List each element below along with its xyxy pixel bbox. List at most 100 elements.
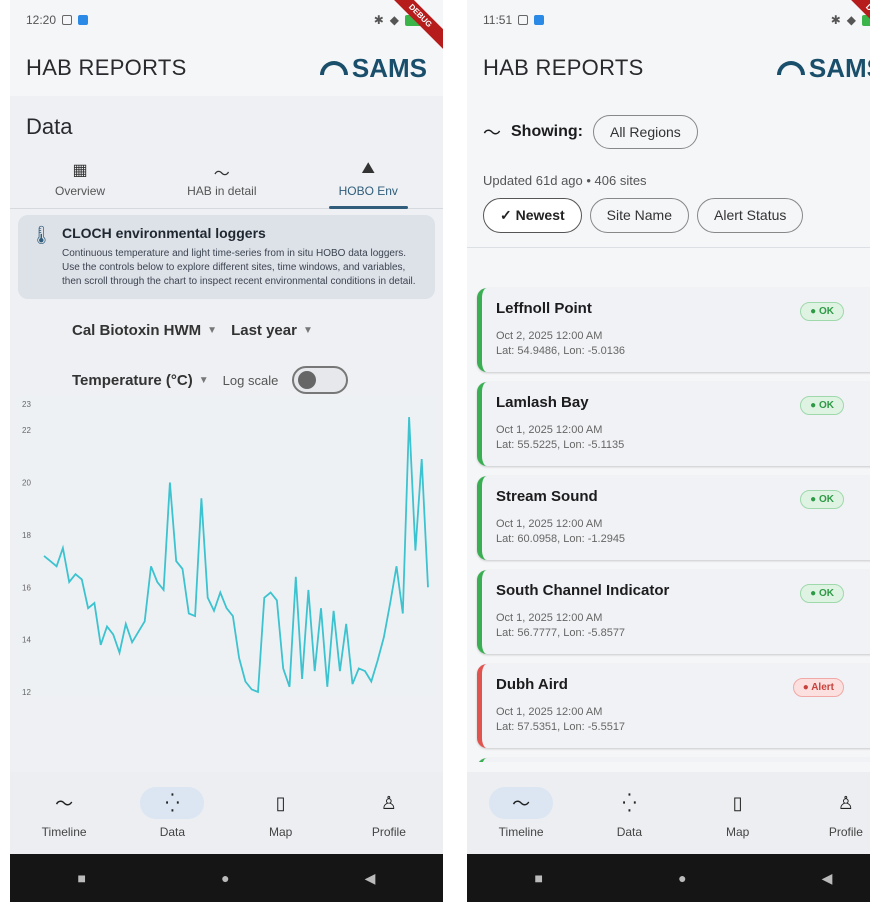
site-coords: Lat: 54.9486, Lon: -5.0136 — [496, 345, 626, 357]
bluetooth-icon: ✱ — [373, 13, 384, 27]
page-title: Data — [26, 114, 73, 139]
grid-add-icon: ▦ — [72, 162, 88, 179]
scatter-dots-icon: ⁛ — [622, 792, 637, 813]
sort-newest-chip[interactable]: ✓ Newest — [483, 198, 582, 233]
site-card[interactable] — [477, 758, 870, 762]
bottom-navigation: 〜 Timeline ⁛ Data ▯ Map ♙ Profile — [467, 772, 870, 854]
site-card[interactable]: Lamlash Bay Oct 1, 2025 12:00 AM Lat: 55… — [477, 382, 870, 466]
filter-row: 〜 Showing: All Regions ⌕ — [467, 96, 870, 168]
person-icon: ♙ — [837, 792, 854, 813]
info-card-title: CLOCH environmental loggers — [62, 225, 266, 241]
updated-status: Updated 61d ago • 406 sites — [483, 173, 647, 188]
site-card[interactable]: South Channel Indicator Oct 1, 2025 12:0… — [477, 570, 870, 654]
site-date: Oct 1, 2025 12:00 AM — [496, 612, 603, 624]
data-tabs: ▦ Overview 〜 HAB in detail ⛰ HOBO Env — [10, 150, 443, 209]
y-tick-label: 12 — [22, 688, 31, 696]
y-tick-label: 23 — [22, 400, 31, 409]
site-coords: Lat: 56.7777, Lon: -5.8577 — [496, 627, 626, 639]
variable-dropdown[interactable]: Temperature (°C) ▼ — [72, 372, 209, 389]
site-date: Oct 2, 2025 12:00 AM — [496, 330, 603, 342]
region-chip[interactable]: All Regions — [592, 115, 698, 149]
bottom-navigation: 〜 Timeline ⁛ Data ▯ Map ♙ Profile — [10, 772, 443, 854]
status-bar: 11:51 ✱ ◆ DEBUG — [467, 0, 870, 53]
status-badge: ● OK — [800, 302, 844, 321]
status-time: 12:20 — [26, 13, 57, 27]
scatter-dots-icon: ⁛ — [140, 787, 205, 819]
tab-hab-in-detail[interactable]: 〜 HAB in detail — [177, 154, 266, 208]
system-nav-bar: ■ ● ◀ — [10, 854, 443, 902]
site-date: Oct 1, 2025 12:00 AM — [496, 424, 603, 436]
site-card[interactable]: Leffnoll Point Oct 2, 2025 12:00 AM Lat:… — [477, 288, 870, 372]
site-coords: Lat: 60.0958, Lon: -1.2945 — [496, 533, 626, 545]
app-notification-icon — [78, 15, 89, 25]
sams-logo: SAMS — [319, 53, 427, 84]
sort-site-name-chip[interactable]: Site Name — [589, 198, 689, 233]
nav-data[interactable]: ⁛ Data — [589, 787, 669, 840]
y-tick-label: 22 — [22, 426, 31, 435]
person-icon: ♙ — [380, 792, 397, 813]
system-nav-bar: ■ ● ◀ — [467, 854, 870, 902]
app-bar: HAB REPORTS SAMS — [10, 40, 443, 96]
app-bar: HAB REPORTS SAMS — [467, 40, 870, 96]
home-icon[interactable]: ● — [221, 870, 229, 886]
y-tick-label: 16 — [22, 583, 31, 592]
nav-map[interactable]: ▯ Map — [698, 787, 778, 840]
status-badge: ● Alert — [792, 678, 844, 697]
logo-mark-icon — [776, 61, 805, 75]
nav-timeline[interactable]: 〜 Timeline — [24, 787, 104, 839]
status-time: 11:51 — [483, 13, 513, 27]
info-card-text: Continuous temperature and light time-se… — [62, 248, 416, 287]
site-date: Oct 1, 2025 12:00 AM — [496, 706, 603, 718]
app-title: HAB REPORTS — [483, 55, 644, 80]
nav-map[interactable]: ▯ Map — [241, 787, 321, 840]
recents-icon[interactable]: ■ — [535, 870, 543, 886]
trend-line-icon: 〜 — [55, 794, 74, 814]
left-phone-screen: 12:20 ✱ ◆ DEBUG HAB REPORTS SAMS Data ▦ O… — [10, 0, 443, 902]
status-badge: ● OK — [800, 490, 844, 509]
site-coords: Lat: 55.5225, Lon: -5.1135 — [496, 439, 625, 451]
sams-logo: SAMS — [776, 53, 870, 84]
tab-overview[interactable]: ▦ Overview — [45, 154, 115, 208]
nav-timeline[interactable]: 〜 Timeline — [481, 787, 561, 839]
status-bar: 12:20 ✱ ◆ DEBUG — [10, 0, 443, 53]
chevron-down-icon: ▼ — [198, 374, 209, 386]
recents-icon[interactable]: ■ — [78, 870, 86, 886]
temperature-chart[interactable]: 23 22 20 18 16 14 12 — [18, 396, 435, 696]
bluetooth-icon: ✱ — [830, 13, 841, 27]
app-notification-icon — [534, 15, 545, 25]
wifi-icon: ◆ — [389, 13, 399, 27]
map-icon: ▯ — [732, 792, 743, 813]
site-list: Leffnoll Point Oct 2, 2025 12:00 AM Lat:… — [467, 278, 870, 762]
tab-hobo-env[interactable]: ⛰ HOBO Env — [328, 154, 409, 209]
nav-profile[interactable]: ♙ Profile — [806, 787, 870, 840]
site-dropdown[interactable]: Cal Biotoxin HWM ▼ — [72, 322, 217, 339]
site-date: Oct 1, 2025 12:00 AM — [496, 518, 603, 530]
home-icon[interactable]: ● — [678, 870, 686, 886]
back-icon[interactable]: ◀ — [365, 870, 376, 887]
log-scale-toggle[interactable] — [292, 366, 349, 394]
back-icon[interactable]: ◀ — [822, 870, 833, 887]
y-tick-label: 14 — [22, 636, 31, 645]
toggle-knob — [298, 371, 317, 389]
status-badge: ● OK — [800, 584, 844, 603]
site-card[interactable]: Stream Sound Oct 1, 2025 12:00 AM Lat: 6… — [477, 476, 870, 560]
time-window-dropdown[interactable]: Last year ▼ — [231, 322, 313, 339]
status-badge: ● OK — [800, 396, 844, 415]
nav-data[interactable]: ⁛ Data — [132, 787, 212, 839]
site-window-row: Cal Biotoxin HWM ▼ Last year ▼ — [10, 305, 443, 355]
trend-line-icon: 〜 — [483, 123, 501, 143]
nav-profile[interactable]: ♙ Profile — [349, 787, 429, 840]
site-card[interactable]: Dubh Aird Oct 1, 2025 12:00 AM Lat: 57.5… — [477, 664, 870, 748]
sort-alert-status-chip[interactable]: Alert Status — [697, 198, 804, 233]
trend-line-icon: 〜 — [213, 166, 230, 183]
y-tick-label: 20 — [22, 479, 31, 488]
info-card: 🌡 CLOCH environmental loggers Continuous… — [18, 215, 435, 299]
chart-svg: 23 22 20 18 16 14 12 — [22, 400, 429, 696]
log-scale-label: Log scale — [222, 372, 279, 388]
chevron-down-icon: ▼ — [302, 324, 313, 336]
trend-line-icon: 〜 — [489, 787, 554, 819]
site-coords: Lat: 57.5351, Lon: -5.5517 — [496, 721, 626, 733]
y-tick-label: 18 — [22, 531, 31, 540]
series-line-temperature — [43, 417, 429, 694]
chevron-down-icon: ▼ — [207, 324, 218, 336]
